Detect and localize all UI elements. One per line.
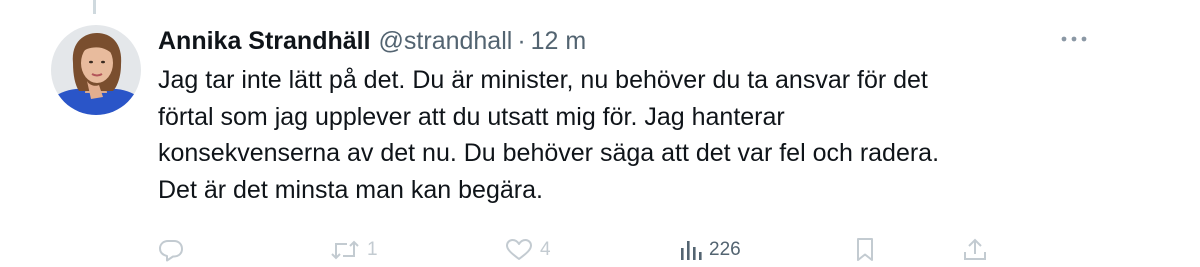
tweet-text: Jag tar inte lätt på det. Du är minister… (158, 62, 1158, 208)
views-bar-chart-icon (681, 241, 702, 260)
tweet-actions-bar: 1 4 226 (0, 233, 1200, 267)
retweet-button[interactable]: 1 (330, 233, 378, 267)
thread-connector-line (93, 0, 96, 14)
like-button[interactable]: 4 (505, 233, 551, 267)
profile-photo (51, 25, 141, 115)
separator-dot: · (517, 26, 526, 55)
author-handle[interactable]: @strandhall (379, 27, 513, 56)
reply-button[interactable] (158, 233, 191, 267)
more-options-button[interactable] (1056, 30, 1092, 48)
more-horizontal-icon (1061, 36, 1087, 42)
author-display-name[interactable]: Annika Strandhäll (158, 27, 371, 56)
bookmark-button[interactable] (855, 233, 882, 267)
share-button[interactable] (962, 233, 995, 267)
tweet-text-line: Det är det minsta man kan begära. (158, 175, 543, 204)
views-button[interactable]: 226 (680, 233, 741, 267)
like-count: 4 (540, 239, 551, 260)
reply-icon (159, 240, 183, 262)
tweet-text-line: Jag tar inte lätt på det. Du är minister… (158, 66, 928, 94)
tweet-header: Annika Strandhäll @strandhall · 12 m (158, 24, 586, 58)
tweet-text-line: förtal som jag upplever att du utsatt mi… (158, 102, 785, 131)
share-icon (964, 238, 986, 260)
tweet-timestamp[interactable]: 12 m (531, 27, 587, 56)
retweet-count: 1 (367, 239, 378, 260)
heart-icon (506, 239, 532, 260)
bookmark-icon (857, 238, 873, 261)
views-count: 226 (709, 239, 741, 260)
retweet-icon (331, 240, 359, 260)
tweet-text-line: konsekvenserna av det nu. Du behöver säg… (158, 139, 940, 167)
avatar[interactable] (51, 25, 141, 115)
